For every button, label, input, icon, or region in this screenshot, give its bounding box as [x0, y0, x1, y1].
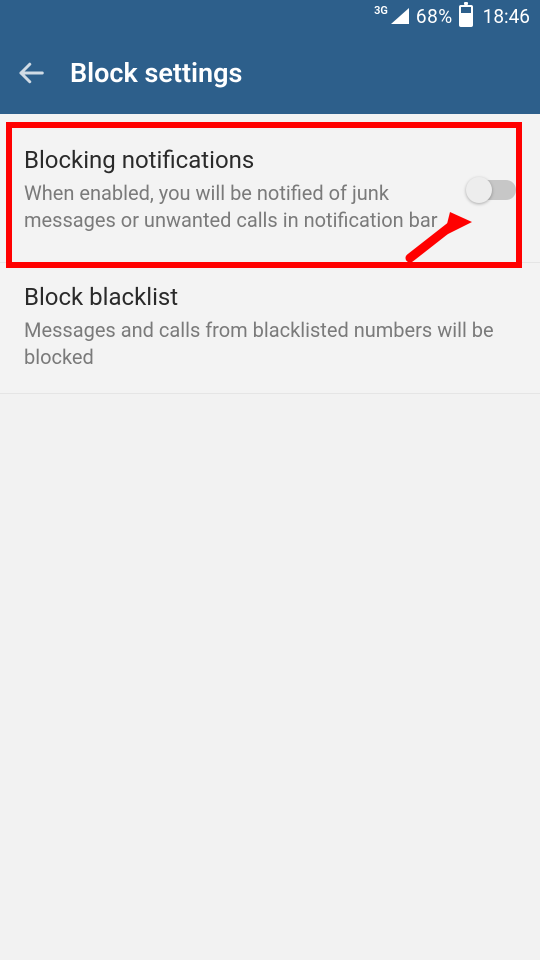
app-bar: Block settings	[0, 32, 540, 114]
signal-icon	[390, 7, 410, 25]
battery-icon	[459, 5, 473, 27]
toggle-knob	[466, 177, 492, 203]
setting-row-block-blacklist[interactable]: Block blacklist Messages and calls from …	[0, 263, 540, 394]
settings-list: Blocking notifications When enabled, you…	[0, 114, 540, 394]
setting-description: When enabled, you will be notified of ju…	[24, 180, 456, 234]
setting-title: Block blacklist	[24, 283, 516, 311]
page-title: Block settings	[70, 57, 242, 89]
setting-description: Messages and calls from blacklisted numb…	[24, 317, 516, 371]
setting-text: Blocking notifications When enabled, you…	[24, 146, 456, 234]
clock: 18:46	[483, 5, 530, 28]
network-label: 3G	[374, 4, 388, 17]
battery-percentage: 68%	[416, 5, 453, 28]
setting-title: Blocking notifications	[24, 146, 456, 174]
status-bar: 3G 68% 18:46	[0, 0, 540, 32]
back-button[interactable]	[16, 58, 46, 88]
setting-row-blocking-notifications[interactable]: Blocking notifications When enabled, you…	[0, 114, 540, 263]
toggle-blocking-notifications[interactable]	[468, 180, 516, 200]
setting-text: Block blacklist Messages and calls from …	[24, 283, 516, 371]
